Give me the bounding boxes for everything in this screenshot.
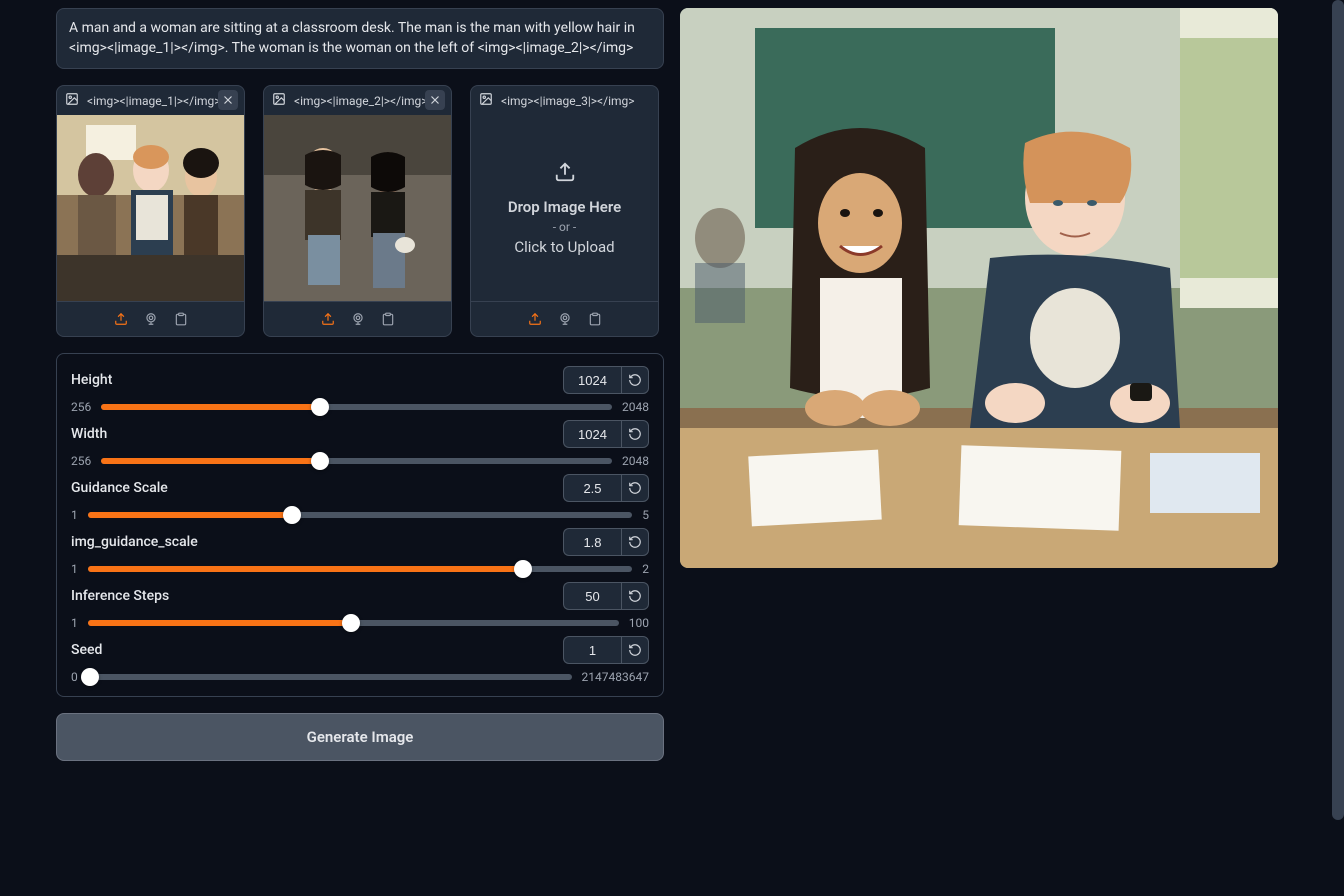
steps-slider-group: Inference Steps 1 100 xyxy=(71,582,649,630)
image-icon xyxy=(479,92,493,109)
img_guidance-slider-group: img_guidance_scale 1 2 xyxy=(71,528,649,576)
image-input-row: <img><|image_1|></img> xyxy=(56,85,664,337)
scrollbar-thumb[interactable] xyxy=(1332,0,1344,820)
img_guidance-label: img_guidance_scale xyxy=(71,534,198,550)
guidance-min-label: 1 xyxy=(71,508,78,522)
clipboard-icon[interactable] xyxy=(379,310,397,328)
img_guidance-max-label: 2 xyxy=(642,562,649,576)
upload-icon xyxy=(554,161,576,188)
image-thumbnail-1[interactable] xyxy=(57,115,244,301)
seed-slider[interactable] xyxy=(88,674,572,680)
height-slider[interactable] xyxy=(101,404,612,410)
image-thumbnail-2[interactable] xyxy=(264,115,451,301)
image-slot-2: <img><|image_2|></img> xyxy=(263,85,452,337)
output-image[interactable] xyxy=(680,8,1278,568)
guidance-label: Guidance Scale xyxy=(71,480,168,496)
width-slider-group: Width 256 2048 xyxy=(71,420,649,468)
width-label: Width xyxy=(71,426,107,442)
height-label: Height xyxy=(71,372,112,388)
steps-max-label: 100 xyxy=(629,616,649,630)
guidance-slider-group: Guidance Scale 1 5 xyxy=(71,474,649,522)
clipboard-icon[interactable] xyxy=(172,310,190,328)
height-max-label: 2048 xyxy=(622,400,649,414)
guidance-max-label: 5 xyxy=(642,508,649,522)
height-slider-group: Height 256 2048 xyxy=(71,366,649,414)
seed-label: Seed xyxy=(71,642,102,658)
img_guidance-slider[interactable] xyxy=(88,566,633,572)
image-tag-label: <img><|image_2|></img> xyxy=(294,94,428,108)
image-icon xyxy=(272,92,286,109)
guidance-value-input[interactable] xyxy=(563,474,621,502)
upload-icon[interactable] xyxy=(526,310,544,328)
img_guidance-value-input[interactable] xyxy=(563,528,621,556)
image-icon xyxy=(65,92,79,109)
steps-reset-button[interactable] xyxy=(621,582,649,610)
height-reset-button[interactable] xyxy=(621,366,649,394)
dropzone-title: Drop Image Here xyxy=(508,198,621,216)
webcam-icon[interactable] xyxy=(556,310,574,328)
height-min-label: 256 xyxy=(71,400,91,414)
image-tag-label: <img><|image_1|></img> xyxy=(87,94,221,108)
dropzone-click: Click to Upload xyxy=(514,238,614,256)
guidance-reset-button[interactable] xyxy=(621,474,649,502)
width-min-label: 256 xyxy=(71,454,91,468)
upload-icon[interactable] xyxy=(319,310,337,328)
steps-value-input[interactable] xyxy=(563,582,621,610)
image-tag-label: <img><|image_3|></img> xyxy=(501,94,635,108)
steps-label: Inference Steps xyxy=(71,588,169,604)
dropzone-or: - or - xyxy=(553,220,577,234)
upload-icon[interactable] xyxy=(112,310,130,328)
image-dropzone[interactable]: Drop Image Here - or - Click to Upload xyxy=(471,115,658,301)
webcam-icon[interactable] xyxy=(349,310,367,328)
image-slot-1: <img><|image_1|></img> xyxy=(56,85,245,337)
height-value-input[interactable] xyxy=(563,366,621,394)
seed-reset-button[interactable] xyxy=(621,636,649,664)
steps-slider[interactable] xyxy=(88,620,619,626)
clipboard-icon[interactable] xyxy=(586,310,604,328)
guidance-slider[interactable] xyxy=(88,512,633,518)
seed-value-input[interactable] xyxy=(563,636,621,664)
prompt-textarea[interactable]: A man and a woman are sitting at a class… xyxy=(56,8,664,69)
generate-button[interactable]: Generate Image xyxy=(56,713,664,761)
steps-min-label: 1 xyxy=(71,616,78,630)
remove-image-button[interactable] xyxy=(425,90,445,110)
webcam-icon[interactable] xyxy=(142,310,160,328)
scrollbar[interactable] xyxy=(1332,0,1344,896)
img_guidance-min-label: 1 xyxy=(71,562,78,576)
img_guidance-reset-button[interactable] xyxy=(621,528,649,556)
image-slot-3: <img><|image_3|></img> Drop Image Here -… xyxy=(470,85,659,337)
width-reset-button[interactable] xyxy=(621,420,649,448)
seed-max-label: 2147483647 xyxy=(582,670,649,684)
remove-image-button[interactable] xyxy=(218,90,238,110)
settings-panel: Height 256 2048 Width 256 xyxy=(56,353,664,697)
seed-min-label: 0 xyxy=(71,670,78,684)
width-max-label: 2048 xyxy=(622,454,649,468)
width-value-input[interactable] xyxy=(563,420,621,448)
width-slider[interactable] xyxy=(101,458,612,464)
seed-slider-group: Seed 0 2147483647 xyxy=(71,636,649,684)
